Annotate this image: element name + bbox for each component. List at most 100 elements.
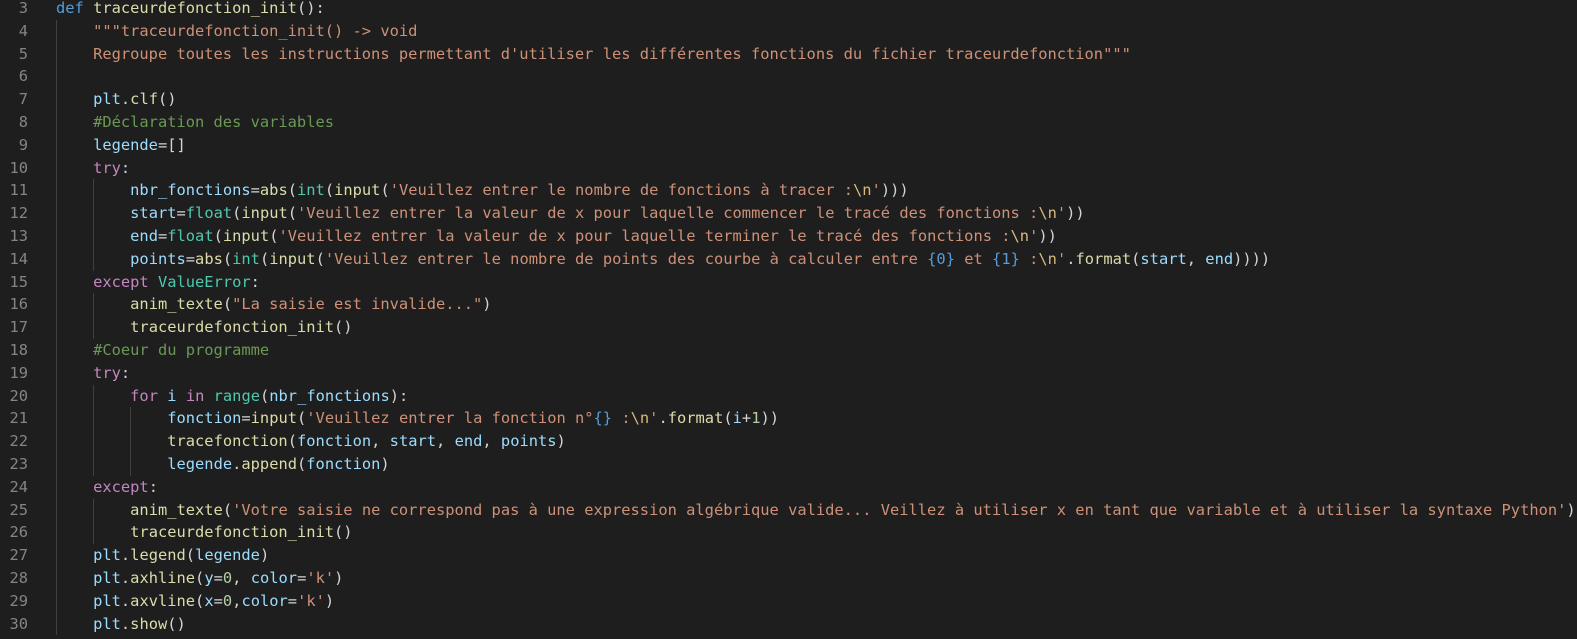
code-line[interactable]: 20 for i in range(nbr_fonctions): (0, 384, 1577, 408)
code-line[interactable]: 29 plt.axvline(x=0,color='k') (0, 589, 1577, 613)
token-string-literal: Regroupe toutes les instructions permett… (93, 44, 1131, 63)
code-text: traceurdefonction_init() (130, 316, 352, 339)
code-line[interactable]: 15 except ValueError: (0, 270, 1577, 294)
token-punctuation: . (120, 591, 131, 610)
line-number: 4 (18, 21, 28, 40)
token-punctuation: () (167, 614, 186, 633)
token-punctuation: . (232, 454, 242, 473)
indent-guide (130, 452, 132, 476)
indent-guide (130, 407, 132, 431)
code-line[interactable]: 26 traceurdefonction_init() (0, 521, 1577, 545)
code-line[interactable]: 24 except: (0, 475, 1577, 499)
token-function-name: traceurdefonction_init (130, 318, 335, 337)
token-string-literal: 'Veuillez entrer la valeur de x pour laq… (297, 204, 1039, 223)
code-line[interactable]: 12 start=float(input('Veuillez entrer la … (0, 202, 1577, 225)
token-function-name: format (1075, 249, 1132, 268)
token-punctuation: ( (259, 386, 270, 405)
indent-guide (93, 179, 95, 203)
code-text: legende.append(fonction) (167, 453, 389, 476)
code-line[interactable]: 16 anim_texte("La saisie est invalide..."… (0, 293, 1577, 317)
token-punctuation: , (482, 432, 501, 451)
token-keyword: def (56, 0, 84, 17)
token-function-name: input (334, 181, 381, 200)
code-line[interactable]: 25 anim_texte('Votre saisie ne correspond… (0, 498, 1577, 522)
code-text: except: (93, 476, 158, 499)
token-punctuation (177, 387, 186, 405)
indent-guide (56, 407, 57, 431)
code-text: #Déclaration des variables (93, 111, 334, 134)
code-line[interactable]: 22 tracefonction(fonction, start, end, po… (0, 430, 1577, 453)
token-escape-sequence: \n (853, 181, 872, 200)
indent-guide (56, 498, 57, 522)
code-line[interactable]: 4 """traceurdefonction_init() -> void (0, 19, 1577, 43)
token-identifier: nbr_fonctions (269, 386, 390, 405)
token-operator: = (157, 226, 168, 245)
token-punctuation: (): (296, 0, 325, 17)
code-line[interactable]: 5 Regroupe toutes les instructions permet… (0, 42, 1577, 66)
indent-guide (56, 247, 57, 271)
code-line[interactable]: 10 try: (0, 156, 1577, 180)
token-function-name: traceurdefonction_init (130, 523, 335, 542)
line-number: 19 (9, 363, 28, 382)
code-line[interactable]: 3 def traceurdefonction_init(): (0, 0, 1577, 20)
token-punctuation: ( (195, 591, 205, 610)
token-escape-sequence: \n (1038, 204, 1057, 223)
token-punctuation: ( (222, 249, 233, 268)
line-number: 20 (9, 386, 28, 405)
indent-guide (56, 384, 57, 408)
code-line[interactable]: 28 plt.axhline(y=0, color='k') (0, 566, 1577, 590)
line-number: 23 (9, 454, 28, 473)
token-function-name: traceurdefonction_init (93, 0, 297, 17)
line-number: 10 (9, 158, 28, 177)
token-number-literal: 0 (222, 568, 233, 587)
token-control-keyword: in (185, 386, 205, 405)
indent-guide (93, 316, 95, 339)
code-line[interactable]: 21 fonction=input('Veuillez entrer la fon… (0, 407, 1577, 431)
code-line[interactable]: 23 legende.append(fonction) (0, 452, 1577, 476)
token-function-name: append (241, 454, 297, 473)
line-number: 7 (18, 90, 28, 109)
code-text: legende=[] (93, 134, 186, 157)
line-number: 30 (9, 614, 28, 633)
indent-guide (93, 407, 95, 431)
code-text: plt.show() (93, 613, 186, 636)
token-function-name: abs (195, 249, 223, 268)
token-punctuation: ( (315, 249, 325, 268)
code-line[interactable]: 7 plt.clf() (0, 88, 1577, 111)
token-identifier: color (250, 568, 298, 587)
token-punctuation: ) (556, 432, 566, 451)
indent-guide (56, 544, 57, 567)
token-punctuation (149, 273, 158, 291)
code-line[interactable]: 30 plt.show() (0, 612, 1577, 636)
indent-guide (93, 293, 95, 317)
token-identifier: legende (167, 454, 233, 473)
line-number: 18 (9, 340, 28, 359)
code-line[interactable]: 6 (0, 65, 1577, 89)
code-text: def traceurdefonction_init(): (56, 0, 325, 20)
token-punctuation: ): (389, 386, 409, 405)
code-line[interactable]: 14 points=abs(int(input('Veuillez entrer … (0, 247, 1577, 271)
token-identifier: fonction (306, 454, 381, 473)
code-line[interactable]: 17 traceurdefonction_init() (0, 316, 1577, 339)
token-function-name: tracefonction (167, 432, 288, 451)
code-line[interactable]: 13 end=float(input('Veuillez entrer la va… (0, 224, 1577, 248)
code-text: plt.axvline(x=0,color='k') (93, 590, 334, 613)
code-line[interactable]: 11 nbr_fonctions=abs(int(input('Veuillez … (0, 179, 1577, 203)
token-identifier: legende (93, 135, 158, 154)
token-string-literal: 'Veuillez entrer le nombre de points des… (324, 249, 928, 268)
line-number: 26 (9, 523, 28, 542)
code-editor[interactable]: 3 def traceurdefonction_init(): 4 """traceu… (0, 0, 1577, 639)
indent-guide (56, 475, 57, 499)
code-line[interactable]: 27 plt.legend(legende) (0, 544, 1577, 567)
code-line[interactable]: 19 try: (0, 361, 1577, 385)
token-function-name: clf (130, 90, 158, 109)
code-line[interactable]: 9 legende=[] (0, 133, 1577, 157)
code-line[interactable]: 8 #Déclaration des variables (0, 110, 1577, 134)
token-operator: = (185, 249, 196, 268)
indent-guide (93, 224, 95, 248)
code-line[interactable]: 18 #Coeur du programme (0, 338, 1577, 362)
token-punctuation: () (334, 318, 353, 337)
token-punctuation: ( (287, 432, 297, 451)
code-text: tracefonction(fonction, start, end, poin… (167, 430, 566, 453)
line-number: 14 (9, 249, 28, 268)
